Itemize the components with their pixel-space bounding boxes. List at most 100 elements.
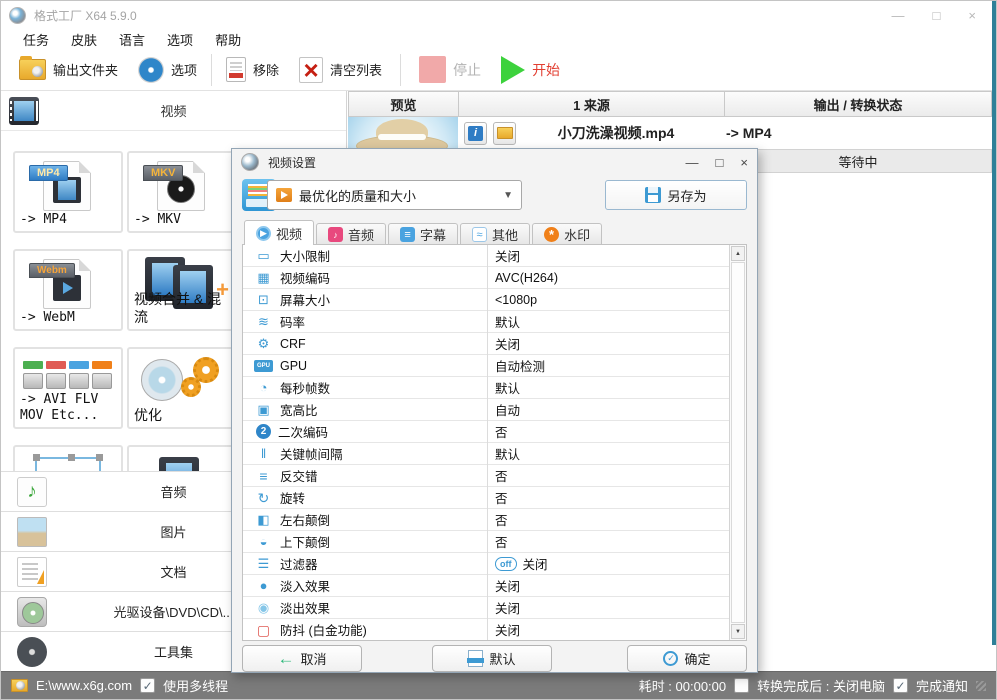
resize-grip[interactable]: [976, 680, 986, 691]
ok-button[interactable]: ✓ 确定: [627, 645, 747, 672]
start-button[interactable]: 开始: [491, 52, 570, 88]
folder-icon: [11, 679, 28, 692]
off-badge: off: [495, 556, 517, 571]
tab-watermark[interactable]: * 水印: [532, 223, 603, 245]
setting-value-text: 自动: [495, 404, 521, 418]
video-encode-icon: ▦: [257, 270, 270, 285]
settings-row[interactable]: 2 二次编码 否: [243, 421, 729, 443]
stop-button[interactable]: 停止: [409, 52, 491, 88]
card-label: -> MP4: [20, 211, 67, 227]
menu-item[interactable]: 语言: [113, 29, 151, 50]
scrollbar[interactable]: ▲ ▼: [729, 245, 746, 640]
settings-row[interactable]: ● 淡入效果 关闭: [243, 575, 729, 597]
setting-label: 左右颠倒: [280, 514, 331, 528]
save-as-button[interactable]: 另存为: [605, 180, 747, 210]
folder-icon: [496, 127, 513, 139]
setting-label: 过滤器: [280, 558, 318, 572]
tab-label: 其他: [492, 228, 519, 243]
menu-item[interactable]: 皮肤: [65, 29, 103, 50]
setting-value-text: 关闭: [495, 624, 521, 638]
card-video-merge[interactable]: + 视频合并 & 混流: [127, 249, 237, 331]
tab-video[interactable]: ▶ 视频: [244, 220, 315, 245]
settings-row[interactable]: GPU GPU 自动检测: [243, 355, 729, 377]
card-to-mkv[interactable]: MKV -> MKV: [127, 151, 237, 233]
output-path-button[interactable]: E:\www.x6g.com: [11, 678, 132, 693]
card-optimize[interactable]: 优化: [127, 347, 237, 429]
settings-rows: ▭ 大小限制 关闭 ▦ 视频编码 AVC(H264) ⊡ 屏幕大小 <1080p ≋ 码率 默认 ⚙ CR…: [243, 245, 729, 640]
card-to-webm[interactable]: Webm -> WebM: [13, 249, 123, 331]
tab-audio[interactable]: ♪ 音频: [316, 223, 387, 245]
tab-subtitle[interactable]: ≡ 字幕: [388, 223, 459, 245]
info-button[interactable]: i: [464, 121, 487, 145]
menu-bar: 任务 皮肤 语言 选项 帮助: [1, 29, 996, 49]
watermark-tab-icon: *: [544, 227, 560, 242]
setting-value: 否: [495, 510, 508, 529]
menu-item[interactable]: 选项: [161, 29, 199, 50]
clear-list-icon: [299, 56, 324, 83]
multithread-checkbox[interactable]: ✓: [140, 678, 156, 693]
tab-label: 视频: [276, 226, 303, 242]
dialog-title: 视频设置: [268, 155, 317, 170]
menu-item[interactable]: 帮助: [209, 29, 247, 50]
settings-row[interactable]: ≡ 反交错 否: [243, 465, 729, 487]
cancel-button[interactable]: ← 取消: [242, 645, 362, 672]
clear-list-button[interactable]: 清空列表: [289, 52, 392, 88]
app-icon: [9, 6, 26, 24]
card-to-mp4[interactable]: MP4 -> MP4: [13, 151, 123, 233]
options-button[interactable]: 选项: [128, 52, 207, 88]
setting-value-text: <1080p: [495, 292, 538, 307]
setting-label: 大小限制: [280, 250, 331, 264]
default-button[interactable]: 默认: [432, 645, 552, 672]
toolbar-separator: [211, 53, 213, 86]
aspect-ratio-icon: ▣: [257, 402, 270, 417]
settings-row[interactable]: ☰ 过滤器 off 关闭: [243, 553, 729, 575]
remove-button[interactable]: 移除: [216, 52, 289, 88]
queue-row[interactable]: i 小刀洗澡视频.mp4 -> MP4: [348, 117, 992, 149]
flip-horizontal-icon: ◧: [257, 512, 270, 527]
settings-row[interactable]: ▦ 视频编码 AVC(H264): [243, 267, 729, 289]
card-to-avi-flv-mov[interactable]: -> AVI FLV MOV Etc...: [13, 347, 123, 429]
scroll-up-icon[interactable]: ▲: [731, 246, 745, 261]
settings-row[interactable]: ◔ 每秒帧数 默认: [243, 377, 729, 399]
scroll-thumb[interactable]: [731, 262, 745, 623]
close-icon[interactable]: ×: [740, 155, 748, 170]
settings-row[interactable]: ◒ 上下颠倒 否: [243, 531, 729, 553]
fps-icon: ◔: [259, 380, 268, 395]
profile-dropdown[interactable]: 最优化的质量和大小 ▼: [267, 180, 522, 210]
settings-row[interactable]: ‖ 关键帧间隔 默认: [243, 443, 729, 465]
settings-row[interactable]: ▢ 防抖 (白金功能) 关闭: [243, 619, 729, 640]
minimize-icon[interactable]: —: [686, 155, 699, 170]
maximize-icon[interactable]: □: [933, 8, 941, 23]
tab-label: 音频: [348, 228, 375, 243]
clear-list-label: 清空列表: [330, 63, 383, 78]
minimize-icon[interactable]: —: [892, 8, 905, 23]
setting-value-text: 关闭: [495, 338, 521, 352]
shutdown-after-checkbox[interactable]: [734, 678, 750, 693]
menu-item[interactable]: 任务: [17, 29, 55, 50]
notify-checkbox[interactable]: ✓: [892, 678, 908, 693]
settings-row[interactable]: ≋ 码率 默认: [243, 311, 729, 333]
tab-other[interactable]: ≈ 其他: [460, 223, 531, 245]
filter-icon: ☰: [257, 556, 270, 571]
settings-row[interactable]: ◉ 淡出效果 关闭: [243, 597, 729, 619]
mp4-badge: MP4: [29, 165, 68, 181]
settings-row[interactable]: ◧ 左右颠倒 否: [243, 509, 729, 531]
settings-row[interactable]: ⊡ 屏幕大小 <1080p: [243, 289, 729, 311]
settings-row[interactable]: ▣ 宽高比 自动: [243, 399, 729, 421]
maximize-icon[interactable]: □: [716, 155, 724, 170]
setting-label: 关键帧间隔: [280, 448, 343, 462]
sidebar-header-video[interactable]: 视频: [1, 91, 346, 131]
open-folder-button[interactable]: [493, 121, 516, 145]
preview-thumbnail[interactable]: [348, 117, 458, 149]
toolbar-separator: [400, 53, 402, 86]
output-folder-button[interactable]: 输出文件夹: [9, 52, 128, 88]
profile-selected: 最优化的质量和大小: [299, 188, 417, 204]
settings-row[interactable]: ⚙ CRF 关闭: [243, 333, 729, 355]
setting-label: 二次编码: [278, 426, 329, 440]
scroll-down-icon[interactable]: ▼: [731, 624, 745, 639]
tab-label: 水印: [564, 228, 591, 243]
settings-row[interactable]: ▭ 大小限制 关闭: [243, 245, 729, 267]
settings-row[interactable]: ↻ 旋转 否: [243, 487, 729, 509]
close-icon[interactable]: ×: [968, 8, 976, 23]
document-icon: [17, 556, 47, 587]
